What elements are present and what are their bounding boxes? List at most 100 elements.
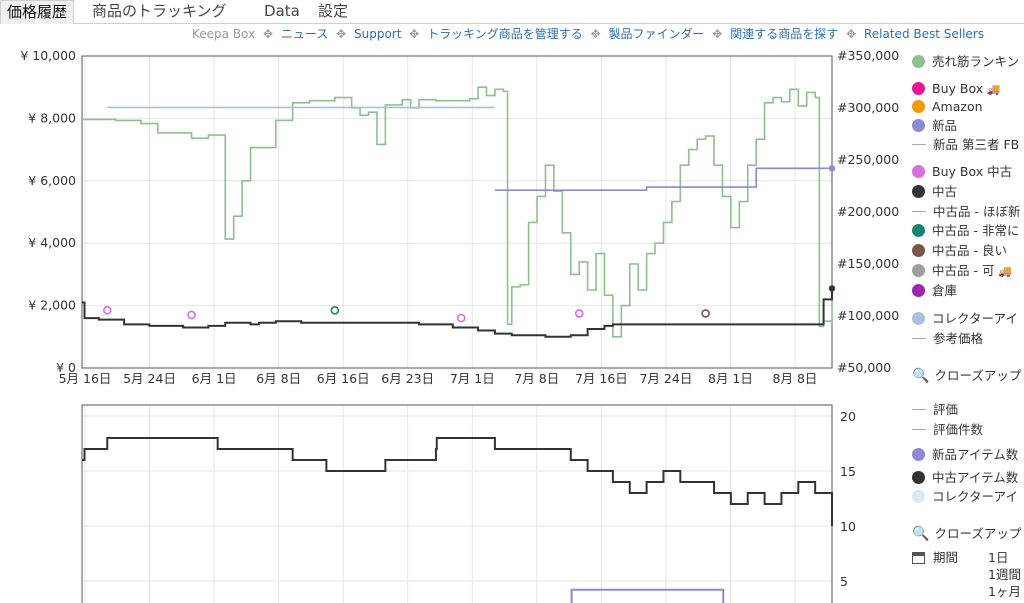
legend-item[interactable]: コレクターアイ: [912, 310, 1018, 328]
legend-item[interactable]: 中古品 - 非常に: [912, 222, 1019, 240]
legend-dot-icon: [912, 82, 925, 95]
legend-dot-icon: [912, 119, 925, 132]
closeup-toggle-2[interactable]: 🔍 クローズアップ: [912, 523, 1021, 542]
legend-dot-icon: [912, 165, 925, 178]
legend-label: 中古品 - 可: [932, 263, 995, 278]
legend-dot-icon: [912, 471, 925, 484]
legend-label: 中古: [932, 184, 958, 199]
legend-item[interactable]: 新品: [912, 117, 957, 135]
legend-dot-icon: [912, 490, 925, 503]
tab-price-history[interactable]: 価格履歴: [0, 0, 75, 24]
series-line: [570, 588, 725, 603]
legend-dot-icon: [912, 244, 925, 257]
link-manage-tracking[interactable]: トラッキング商品を管理する: [427, 27, 583, 41]
plot-area-frame: [81, 55, 833, 369]
series-marker: [330, 305, 340, 315]
legend-label: 評価件数: [933, 422, 984, 437]
x-tick-label: 8月 8日: [773, 371, 818, 385]
legend-item[interactable]: 参考価格: [912, 330, 983, 348]
legend-item[interactable]: 中古品 - 可 🚚: [912, 262, 1012, 280]
closeup-toggle[interactable]: 🔍 クローズアップ: [912, 365, 1021, 384]
offer-count-chart[interactable]: 5 10 15 20: [0, 400, 905, 603]
link-related-best-sellers[interactable]: Related Best Sellers: [864, 27, 984, 41]
tab-bar: 価格履歴 商品のトラッキング Data 設定: [0, 0, 1024, 24]
tab-data[interactable]: Data: [264, 0, 300, 23]
y-right-tick-label: #350,000: [837, 48, 899, 63]
x-tick-label: 7月 8日: [514, 371, 559, 385]
legend-item[interactable]: 評価件数: [912, 421, 983, 439]
y-left-tick-label: ¥ 2,000: [28, 298, 76, 313]
legend-item[interactable]: 倉庫: [912, 282, 957, 300]
series-marker: [574, 309, 584, 318]
truck-icon: 🚚: [983, 83, 1001, 96]
legend-label: 中古品 - ほぼ新: [933, 204, 1021, 219]
legend-dot-icon: [912, 55, 925, 68]
legend-label: 中古アイテム数: [932, 470, 1019, 485]
price-history-chart[interactable]: 5月 16日 5月 24日 6月 1日 6月 8日 6月 16日 6月 23日 7月 1日 7…: [0, 40, 905, 385]
x-tick-label: 7月 1日: [450, 371, 495, 385]
legend-item[interactable]: 新品アイテム数: [912, 446, 1018, 464]
legend-label: Buy Box: [932, 81, 984, 96]
x-tick-label: 5月 24日: [123, 371, 176, 385]
legend-item[interactable]: Buy Box 🚚: [912, 80, 1000, 98]
y-right-tick-label: #300,000: [837, 100, 899, 115]
legend-label: 新品 第三者 FB: [933, 137, 1020, 152]
legend-item[interactable]: 売れ筋ランキン: [912, 53, 1019, 71]
period-1month[interactable]: 1ヶ月: [988, 581, 1021, 600]
x-tick-label: 6月 16日: [317, 371, 370, 385]
separator-icon: ✥: [712, 27, 723, 41]
legend-item[interactable]: 中古: [912, 183, 957, 201]
link-product-finder[interactable]: 製品ファインダー: [609, 27, 705, 41]
link-news[interactable]: ニュース: [281, 27, 328, 41]
series-marker: [102, 305, 112, 315]
legend-item[interactable]: 中古品 - ほぼ新: [912, 203, 1020, 221]
legend-label: 新品アイテム数: [932, 447, 1019, 462]
legend-label: 評価: [933, 402, 959, 417]
legend-dot-icon: [912, 100, 925, 113]
y-right-tick-label: #100,000: [837, 308, 899, 323]
y-right-tick-label: 20: [840, 409, 856, 424]
legend-item[interactable]: 評価: [912, 401, 958, 419]
new-endpoint-dot: [828, 165, 836, 172]
y-right-tick-label: #250,000: [837, 152, 899, 167]
legend-item[interactable]: 中古アイテム数: [912, 469, 1018, 487]
keepa-box-link[interactable]: Keepa Box: [192, 27, 255, 41]
legend-label: 新品: [932, 118, 958, 133]
period-label: 期間: [933, 550, 959, 565]
legend-line-icon: [912, 338, 926, 339]
x-tick-label: 6月 8日: [256, 371, 301, 385]
legend-dot-icon: [912, 312, 925, 325]
legend-dot-icon: [912, 185, 925, 198]
legend-item[interactable]: 新品 第三者 FB: [912, 136, 1019, 154]
y-left-tick-label: ¥ 6,000: [28, 173, 76, 188]
legend-item[interactable]: コレクターアイ: [912, 488, 1018, 506]
calendar-icon: [912, 552, 925, 564]
legend-dot-icon: [912, 264, 925, 277]
separator-icon: ✥: [409, 27, 420, 41]
legend-item[interactable]: Amazon: [912, 98, 983, 116]
link-support[interactable]: Support: [354, 27, 401, 41]
separator-icon: ✥: [336, 27, 347, 41]
x-tick-label: 6月 23日: [381, 371, 434, 385]
y-left-tick-label: ¥ 0: [56, 360, 76, 375]
separator-icon: ✥: [262, 27, 274, 41]
y-right-tick-label: 15: [840, 464, 856, 479]
legend-item[interactable]: 中古品 - 良い: [912, 242, 1007, 260]
legend-label: 中古品 - 非常に: [932, 223, 1020, 238]
magnifier-icon: 🔍: [912, 526, 930, 542]
x-tick-label: 7月 16日: [575, 371, 628, 385]
legend-item[interactable]: Buy Box 中古: [912, 163, 1012, 181]
separator-icon: ✥: [846, 27, 857, 41]
separator-icon: ✥: [590, 27, 601, 41]
y-right-tick-label: #50,000: [837, 360, 891, 375]
tab-settings[interactable]: 設定: [318, 0, 348, 23]
series-marker: [456, 313, 466, 323]
series-marker: [187, 310, 196, 320]
link-related-products[interactable]: 関連する商品を探す: [730, 27, 838, 41]
x-tick-label: 7月 24日: [639, 371, 692, 385]
y-left-tick-label: ¥ 10,000: [20, 48, 76, 63]
legend-line-icon: [912, 144, 926, 145]
tab-tracking[interactable]: 商品のトラッキング: [92, 0, 227, 23]
y-left-tick-label: ¥ 8,000: [28, 110, 76, 125]
used-endpoint-dot: [828, 285, 836, 292]
